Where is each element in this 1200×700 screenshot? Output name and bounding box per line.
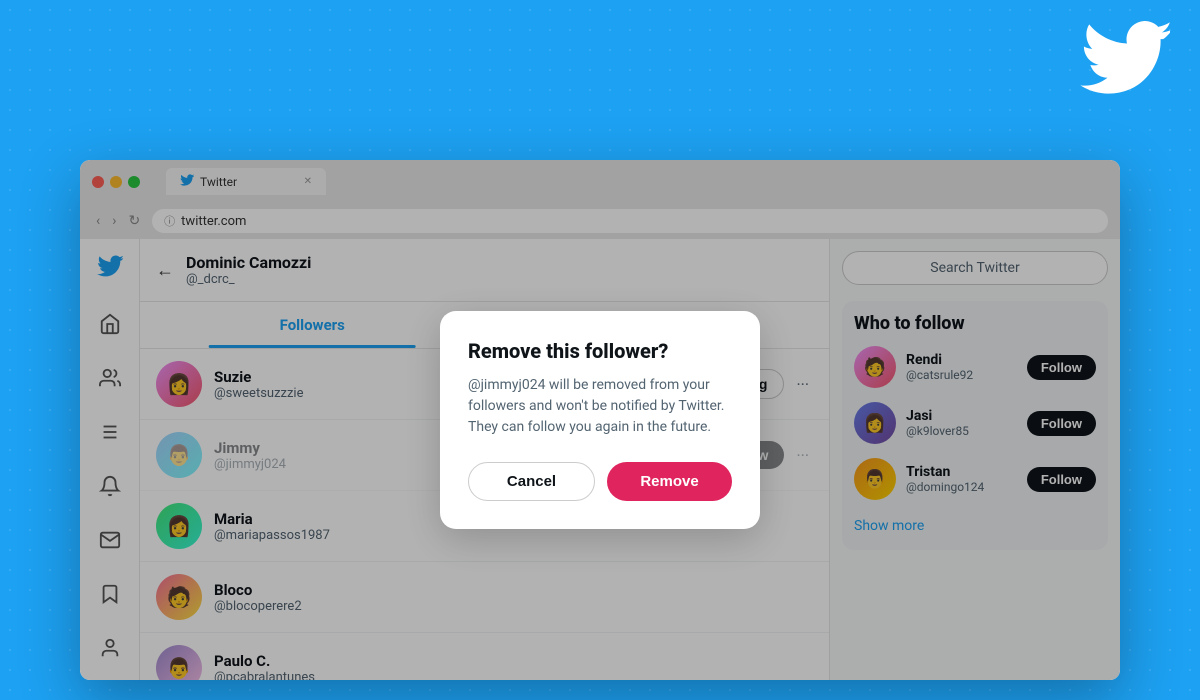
remove-follower-modal: Remove this follower? @jimmyj024 will be… xyxy=(440,311,760,529)
modal-buttons: Cancel Remove xyxy=(468,462,732,501)
browser-window: Twitter ✕ ‹ › ↻ ⓘ twitter.com xyxy=(80,160,1120,680)
remove-button[interactable]: Remove xyxy=(607,462,732,501)
cancel-button[interactable]: Cancel xyxy=(468,462,595,501)
modal-title: Remove this follower? xyxy=(468,339,732,363)
twitter-bird-background xyxy=(1080,20,1170,115)
modal-overlay: Remove this follower? @jimmyj024 will be… xyxy=(80,160,1120,680)
modal-body: @jimmyj024 will be removed from your fol… xyxy=(468,375,732,438)
